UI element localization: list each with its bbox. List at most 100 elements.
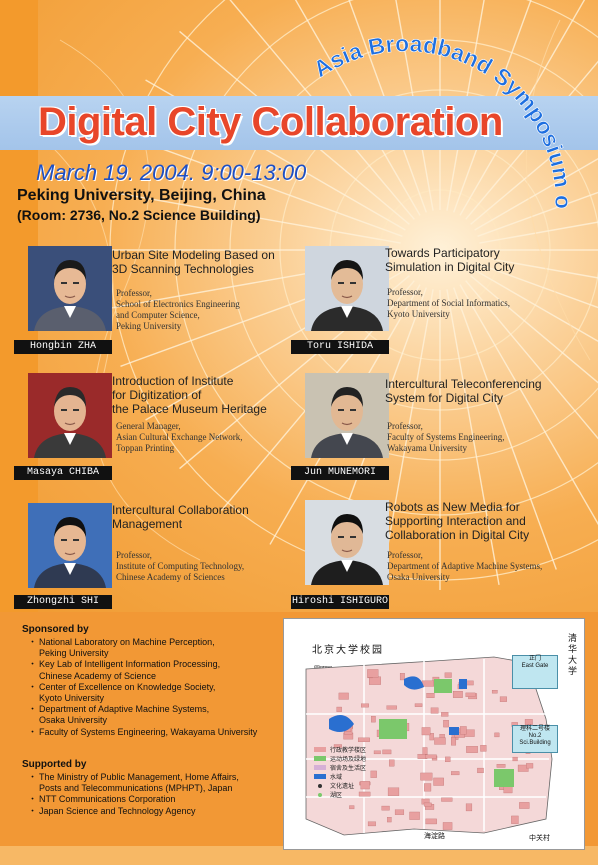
- list-item-text: Japan Science and Technology Agency: [39, 805, 196, 816]
- campus-map: 北京大学校园 圆明园 清华大学 海淀: [283, 618, 585, 850]
- list-item-text: Osaka University: [39, 715, 108, 726]
- affiliation-line: Professor,: [387, 421, 423, 431]
- talk-title-line: Introduction of Institute: [112, 374, 234, 388]
- supported-heading: Supported by: [22, 759, 87, 770]
- sponsor-item: ・ Department of Adaptive Machine Systems,: [28, 704, 257, 715]
- affiliation-line: Peking University: [116, 321, 182, 331]
- bullet-marker: ・: [28, 681, 38, 692]
- speaker-photo: [305, 246, 389, 331]
- callout-building-line: Sci.Building: [519, 740, 551, 746]
- talk-title-line: Simulation in Digital City: [385, 260, 515, 274]
- talk-title-line: System for Digital City: [385, 391, 504, 405]
- affiliation-line: Institute of Computing Technology,: [116, 561, 245, 571]
- list-item-text: Key Lab of Intelligent Information Proce…: [39, 659, 221, 670]
- sponsored-heading: Sponsored by: [22, 624, 89, 635]
- speaker-name: Hongbin ZHA: [14, 340, 112, 354]
- map-bottom-district: 中关村: [529, 835, 550, 842]
- affiliation-line: Faculty of Systems Engineering,: [387, 432, 505, 442]
- supporter-item: ・ Japan Science and Technology Agency: [28, 806, 239, 817]
- bullet-marker: ・: [28, 794, 38, 805]
- affiliation-line: and Computer Science,: [116, 310, 200, 320]
- talk-title-line: Robots as New Media for: [385, 500, 520, 514]
- list-item-text: Peking University: [39, 648, 109, 659]
- talk-title: Introduction of Institute for Digitizatio…: [112, 374, 267, 416]
- affiliation-line: Kyoto University: [387, 309, 450, 319]
- sponsor-item: ・ Faculty of Systems Engineering, Wakayam…: [28, 727, 257, 738]
- callout-gate-line: 正门: [528, 656, 541, 662]
- map-legend-label: 湖区: [330, 793, 343, 799]
- list-item-text: Posts and Telecommunications (MPHPT), Ja…: [39, 783, 233, 794]
- supporter-item: Posts and Telecommunications (MPHPT), Ja…: [28, 783, 239, 794]
- affiliation-line: Asian Cultural Exchange Network,: [116, 432, 243, 442]
- speaker-name: Zhongzhi SHI: [14, 595, 112, 609]
- sponsor-item: Chinese Academy of Science: [28, 671, 257, 682]
- speaker-name: Masaya CHIBA: [14, 466, 112, 480]
- speaker-name: Hiroshi ISHIGURO: [291, 595, 389, 609]
- speaker-photo: [305, 500, 389, 585]
- map-legend-label: 行政教学楼区: [330, 748, 367, 754]
- list-item-text: National Laboratory on Machine Perceptio…: [39, 637, 215, 647]
- affiliation-line: Osaka University: [387, 572, 450, 582]
- supporter-item: ・ NTT Communications Corporation: [28, 794, 239, 805]
- talk-title: Urban Site Modeling Based on 3D Scanning …: [112, 248, 275, 276]
- talk-title-line: Intercultural Teleconferencing: [385, 377, 542, 391]
- talk-title-line: for Digitization of: [112, 388, 202, 402]
- list-item-text: Kyoto University: [39, 693, 105, 704]
- sponsor-item: ・ Center of Excellence on Knowledge Socie…: [28, 682, 257, 693]
- speaker-name: Toru ISHIDA: [291, 340, 389, 354]
- callout-building-line: 理科二号楼: [519, 726, 550, 732]
- sponsor-list: ・ National Laboratory on Machine Percepti…: [28, 637, 257, 738]
- bullet-marker: ・: [28, 637, 38, 647]
- map-bottom-road: 海淀路: [424, 833, 445, 840]
- event-room: (Room: 2736, No.2 Science Building): [17, 207, 261, 223]
- talk-title: Robots as New Media for Supporting Intera…: [385, 500, 529, 542]
- sponsor-item: ・ National Laboratory on Machine Percepti…: [28, 637, 257, 648]
- affiliation-line: Department of Social Informatics,: [387, 298, 510, 308]
- list-item-text: NTT Communications Corporation: [39, 794, 176, 805]
- bullet-marker: ・: [28, 772, 38, 782]
- supporter-item: ・ The Ministry of Public Management, Home…: [28, 772, 239, 783]
- supporter-list: ・ The Ministry of Public Management, Home…: [28, 772, 239, 817]
- map-legend-label: 宿舍及生活区: [330, 766, 367, 772]
- callout-building-line: No.2: [528, 733, 542, 739]
- speaker-photo: [28, 503, 112, 588]
- talk-title-line: Supporting Interaction and: [385, 514, 526, 528]
- speaker-affiliation: General Manager, Asian Cultural Exchange …: [116, 421, 242, 454]
- talk-title-line: Towards Participatory: [385, 246, 500, 260]
- talk-title-line: the Palace Museum Heritage: [112, 402, 267, 416]
- talk-title-line: Management: [112, 517, 183, 531]
- affiliation-line: Wakayama University: [387, 443, 467, 453]
- map-callout-gate: 正门 East Gate: [512, 655, 558, 689]
- talk-title-line: Urban Site Modeling Based on: [112, 248, 275, 262]
- bullet-marker: ・: [28, 659, 38, 670]
- event-date: March 19. 2004. 9:00-13:00: [36, 160, 307, 185]
- affiliation-line: Chinese Academy of Sciences: [116, 572, 225, 582]
- sponsor-item: Osaka University: [28, 715, 257, 726]
- speaker-affiliation: Professor, Faculty of Systems Engineering…: [387, 421, 504, 454]
- talk-title: Towards Participatory Simulation in Digit…: [385, 246, 514, 274]
- speaker-affiliation: Professor, School of Electronics Engineer…: [116, 288, 240, 332]
- affiliation-line: Toppan Printing: [116, 443, 175, 453]
- list-item-text: Department of Adaptive Machine Systems,: [39, 704, 210, 715]
- speaker-photo: [28, 246, 112, 331]
- speaker-photo: [28, 373, 112, 458]
- talk-title-line: Intercultural Collaboration: [112, 503, 249, 517]
- sponsor-item: Kyoto University: [28, 693, 257, 704]
- talk-title-line: 3D Scanning Technologies: [112, 262, 254, 276]
- speaker-photo: [305, 373, 389, 458]
- map-legend-label: 水域: [330, 775, 343, 781]
- affiliation-line: Professor,: [116, 288, 152, 298]
- callout-gate-line: East Gate: [521, 663, 549, 669]
- talk-title-line: Collaboration in Digital City: [385, 528, 530, 542]
- sponsor-item: ・ Key Lab of Intelligent Information Proc…: [28, 659, 257, 670]
- list-item-text: Center of Excellence on Knowledge Societ…: [39, 681, 216, 692]
- event-venue: Peking University, Beijing, China: [17, 187, 266, 204]
- affiliation-line: Professor,: [116, 550, 152, 560]
- page-title: Digital City Collaboration: [38, 100, 503, 144]
- map-legend-label: 运动场及绿地: [330, 757, 367, 763]
- bullet-marker: ・: [28, 726, 38, 737]
- speaker-affiliation: Professor, Department of Social Informati…: [387, 287, 510, 320]
- affiliation-line: Professor,: [387, 287, 423, 297]
- affiliation-line: Professor,: [387, 550, 423, 560]
- map-legend-label: 文化遗址: [330, 784, 355, 790]
